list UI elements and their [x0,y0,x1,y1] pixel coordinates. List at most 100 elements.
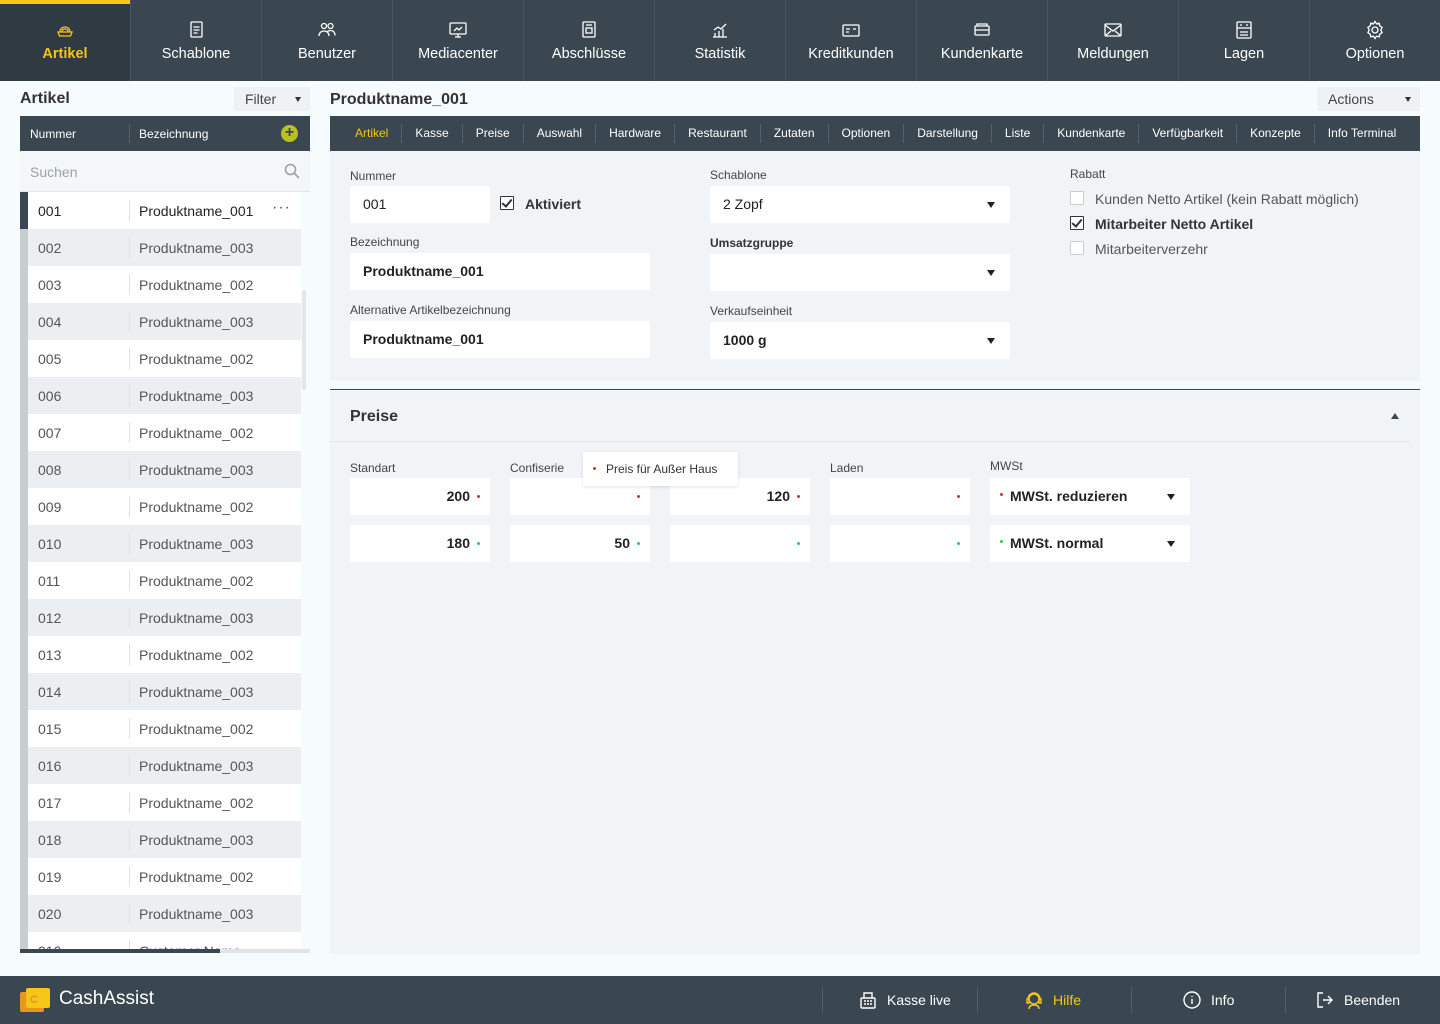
bezeichnung-input[interactable]: Produktname_001 [350,253,650,290]
tab-kundenkarte[interactable]: Kundenkarte [1044,124,1140,143]
list-item[interactable]: 016 Produktname_003 [20,747,301,784]
list-item[interactable]: 014 Produktname_003 [20,673,301,710]
list-item[interactable]: 001 Produktname_001 ··· [20,192,301,229]
list-item[interactable]: 004 Produktname_003 [20,303,301,340]
caret-down-icon [987,270,995,276]
svg-text:C: C [30,994,38,1006]
nummer-input[interactable]: 001 [350,186,490,223]
search-field[interactable]: Suchen [20,151,310,192]
nav-artikel[interactable]: Artikel [0,0,131,81]
list-item[interactable]: 003 Produktname_002 [20,266,301,303]
list-item[interactable]: 008 Produktname_003 [20,451,301,488]
beenden-button[interactable]: Beenden [1315,976,1400,1024]
mwst-select-2[interactable]: MWSt. normal [990,525,1190,562]
list-item[interactable]: 010Customer Name [20,932,301,949]
tab-liste[interactable]: Liste [992,124,1045,143]
list-item[interactable]: 015 Produktname_002 [20,710,301,747]
list-item[interactable]: 020 Produktname_003 [20,895,301,932]
credit-card-icon [842,24,860,37]
search-placeholder: Suchen [30,164,78,180]
nav-kundenkarte[interactable]: Kundenkarte [917,0,1048,81]
list-item[interactable]: 017 Produktname_002 [20,784,301,821]
nav-schablone[interactable]: Schablone [131,0,262,81]
list-item[interactable]: 011 Produktname_002 [20,562,301,599]
nav-meldungen[interactable]: Meldungen [1048,0,1179,81]
tab-konzepte[interactable]: Konzepte [1237,124,1315,143]
price-standart-1[interactable]: 200 [350,478,490,515]
umsatzgruppe-select[interactable] [710,254,1010,291]
collapse-icon[interactable] [1391,413,1399,419]
tab-zutaten[interactable]: Zutaten [761,124,829,143]
column-header-nummer[interactable]: Nummer [30,127,76,141]
aktiviert-checkbox[interactable] [500,196,514,210]
scrollbar-thumb[interactable] [20,949,220,953]
column-header-bezeichnung[interactable]: Bezeichnung [139,127,208,141]
search-icon[interactable] [284,163,300,179]
actions-dropdown[interactable]: Actions [1317,87,1420,111]
list-item[interactable]: 010 Produktname_003 [20,525,301,562]
caret-down-icon [1167,541,1175,547]
filter-dropdown[interactable]: Filter [234,87,310,111]
nav-label: Benutzer [297,46,357,62]
horizontal-scrollbar[interactable] [20,949,310,953]
kunden-netto-checkbox[interactable] [1070,191,1084,205]
list-item-name: Produktname_003 [139,388,254,404]
schablone-select[interactable]: 2 Zopf [710,186,1010,223]
list-item-name: Produktname_003 [139,536,254,552]
list-item[interactable]: 005 Produktname_002 [20,340,301,377]
price-confiserie-2[interactable]: 50 [510,525,650,562]
list-item[interactable]: 018 Produktname_003 [20,821,301,858]
customer-card-icon [974,23,990,36]
list-item[interactable]: 006 Produktname_003 [20,377,301,414]
price-ausser-haus-2[interactable] [670,525,810,562]
price-standart-2[interactable]: 180 [350,525,490,562]
more-options-icon[interactable]: ··· [272,199,291,217]
add-article-button[interactable]: + [281,125,298,142]
price-laden-1[interactable] [830,478,970,515]
nav-abschluesse[interactable]: Abschlüsse [524,0,655,81]
info-button[interactable]: Info [1182,976,1234,1024]
list-item-name: Produktname_002 [139,425,254,441]
tab-restaurant[interactable]: Restaurant [675,124,761,143]
status-dot-icon [797,542,800,545]
column-separator [129,829,130,850]
tab-auswahl[interactable]: Auswahl [524,124,597,143]
nav-lagen[interactable]: Lagen [1179,0,1310,81]
price-laden-2[interactable] [830,525,970,562]
nav-optionen[interactable]: Optionen [1310,0,1440,81]
mwst-select-1[interactable]: MWSt. reduzieren [990,478,1190,515]
list-item[interactable]: 019 Produktname_002 [20,858,301,895]
list-item[interactable]: 007 Produktname_002 [20,414,301,451]
tab-preise[interactable]: Preise [463,124,524,143]
column-separator [129,940,130,949]
mitarbeiterverzehr-checkbox[interactable] [1070,241,1084,255]
nav-statistik[interactable]: Statistik [655,0,786,81]
tooltip-text: Preis für Außer Haus [606,462,718,476]
tab-artikel[interactable]: Artikel [342,124,403,143]
nav-benutzer[interactable]: Benutzer [262,0,393,81]
list-item-number: 015 [38,721,62,737]
status-dot-icon [797,495,800,498]
column-separator [129,496,130,517]
verkaufseinheit-select[interactable]: 1000 g [710,322,1010,359]
tab-optionen[interactable]: Optionen [829,124,905,143]
tab-darstellung[interactable]: Darstellung [904,124,992,143]
mitarbeiter-netto-checkbox[interactable] [1070,216,1084,230]
tab-hardware[interactable]: Hardware [596,124,676,143]
list-item-number: 009 [38,499,62,515]
kasse-live-button[interactable]: Kasse live [858,976,951,1024]
alternative-bezeichnung-input[interactable]: Produktname_001 [350,321,650,358]
list-item[interactable]: 009 Produktname_002 [20,488,301,525]
tab-kasse[interactable]: Kasse [402,124,463,143]
vertical-scrollbar[interactable] [302,290,306,390]
nav-kreditkunden[interactable]: Kreditkunden [786,0,917,81]
nav-mediacenter[interactable]: Mediacenter [393,0,524,81]
tab-info-terminal[interactable]: Info Terminal [1315,124,1409,143]
column-separator [129,311,130,332]
standart-label: Standart [350,461,396,475]
list-item[interactable]: 012 Produktname_003 [20,599,301,636]
tab-verfügbarkeit[interactable]: Verfügbarkeit [1139,124,1238,143]
list-item[interactable]: 002 Produktname_003 [20,229,301,266]
list-item[interactable]: 013 Produktname_002 [20,636,301,673]
help-button[interactable]: Hilfe [1024,976,1081,1024]
